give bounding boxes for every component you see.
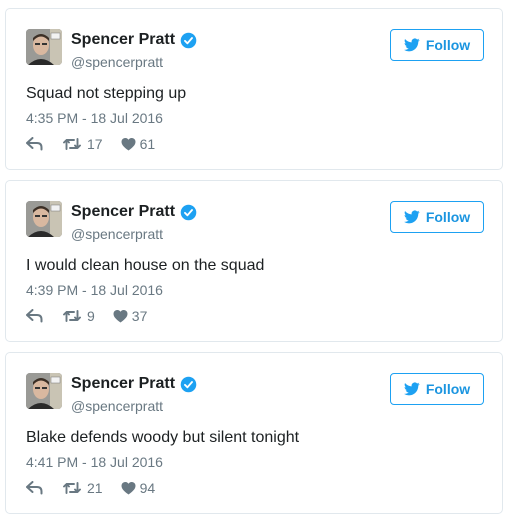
- tweet-card: Spencer Pratt @spencerpratt Follow Squad…: [5, 8, 503, 170]
- avatar[interactable]: [26, 373, 62, 409]
- retweet-icon: [63, 310, 81, 322]
- tweet-card: Spencer Pratt @spencerpratt Follow I wou…: [5, 180, 503, 342]
- tweet-timestamp[interactable]: 4:39 PM - 18 Jul 2016: [26, 281, 163, 299]
- author-name[interactable]: Spencer Pratt: [71, 374, 175, 394]
- follow-button[interactable]: Follow: [390, 201, 484, 233]
- verified-badge-icon: [180, 376, 197, 393]
- twitter-bird-icon: [403, 38, 420, 52]
- like-button[interactable]: 61: [121, 136, 156, 152]
- twitter-bird-icon: [403, 210, 420, 224]
- avatar[interactable]: [26, 29, 62, 65]
- heart-icon: [113, 310, 128, 323]
- reply-icon: [26, 137, 43, 151]
- author-handle[interactable]: @spencerpratt: [71, 225, 163, 243]
- reply-icon: [26, 481, 43, 495]
- author-row: Spencer Pratt: [71, 30, 197, 50]
- author-row: Spencer Pratt: [71, 202, 197, 222]
- like-count: 37: [131, 308, 148, 324]
- tweet-card: Spencer Pratt @spencerpratt Follow Blake…: [5, 352, 503, 514]
- author-handle[interactable]: @spencerpratt: [71, 53, 163, 71]
- follow-button[interactable]: Follow: [390, 29, 484, 61]
- tweet-actions: 21 94: [26, 479, 155, 497]
- retweet-count: 9: [87, 308, 95, 324]
- twitter-bird-icon: [403, 382, 420, 396]
- follow-label: Follow: [425, 37, 471, 53]
- tweet-text: Squad not stepping up: [26, 85, 187, 102]
- reply-icon: [26, 309, 43, 323]
- avatar[interactable]: [26, 201, 62, 237]
- tweet-feed: Spencer Pratt @spencerpratt Follow Squad…: [0, 0, 507, 519]
- retweet-count: 17: [87, 136, 103, 152]
- verified-badge-icon: [180, 32, 197, 49]
- tweet-actions: 17 61: [26, 135, 155, 153]
- reply-button[interactable]: [26, 481, 63, 495]
- tweet-actions: 9 37: [26, 307, 147, 325]
- author-row: Spencer Pratt: [71, 374, 197, 394]
- retweet-button[interactable]: 21: [63, 480, 103, 496]
- tweet-timestamp[interactable]: 4:41 PM - 18 Jul 2016: [26, 453, 163, 471]
- retweet-icon: [63, 138, 81, 150]
- follow-button[interactable]: Follow: [390, 373, 484, 405]
- follow-label: Follow: [425, 209, 471, 225]
- author-handle[interactable]: @spencerpratt: [71, 397, 163, 415]
- retweet-button[interactable]: 9: [63, 308, 95, 324]
- retweet-button[interactable]: 17: [63, 136, 103, 152]
- tweet-text: I would clean house on the squad: [26, 257, 265, 274]
- tweet-text: Blake defends woody but silent tonight: [26, 429, 300, 446]
- heart-icon: [121, 138, 136, 151]
- like-button[interactable]: 37: [113, 308, 148, 324]
- author-name[interactable]: Spencer Pratt: [71, 202, 175, 222]
- heart-icon: [121, 482, 136, 495]
- retweet-icon: [63, 482, 81, 494]
- reply-button[interactable]: [26, 137, 63, 151]
- author-name[interactable]: Spencer Pratt: [71, 30, 175, 50]
- follow-label: Follow: [425, 381, 471, 397]
- like-button[interactable]: 94: [121, 480, 156, 496]
- like-count: 61: [139, 136, 156, 152]
- reply-button[interactable]: [26, 309, 63, 323]
- retweet-count: 21: [87, 480, 103, 496]
- tweet-timestamp[interactable]: 4:35 PM - 18 Jul 2016: [26, 109, 163, 127]
- like-count: 94: [139, 480, 156, 496]
- verified-badge-icon: [180, 204, 197, 221]
